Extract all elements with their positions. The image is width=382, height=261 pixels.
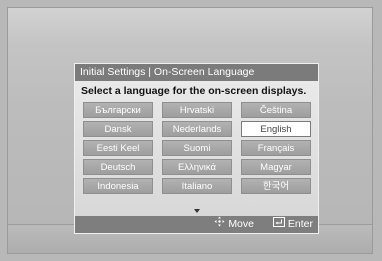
- language-option[interactable]: Magyar: [241, 159, 311, 175]
- enter-hint: Enter: [272, 216, 313, 233]
- language-option[interactable]: Български: [83, 102, 153, 118]
- top-band: [8, 8, 372, 48]
- language-option[interactable]: Suomi: [162, 140, 232, 156]
- enter-label: Enter: [287, 218, 313, 230]
- language-option[interactable]: Eesti Keel: [83, 140, 153, 156]
- language-option[interactable]: Italiano: [162, 178, 232, 194]
- move-hint: Move: [214, 216, 254, 233]
- dialog-title: Initial Settings | On-Screen Language: [75, 64, 318, 81]
- language-option[interactable]: Indonesia: [83, 178, 153, 194]
- language-option[interactable]: Hrvatski: [162, 102, 232, 118]
- screen-frame: Initial Settings | On-Screen Language Se…: [7, 7, 373, 254]
- move-label: Move: [228, 218, 254, 230]
- enter-icon: [272, 216, 285, 233]
- language-option[interactable]: Ελληνικά: [162, 159, 232, 175]
- language-option[interactable]: Čeština: [241, 102, 311, 118]
- dialog-footer: Move Enter: [75, 216, 318, 233]
- language-option[interactable]: Dansk: [83, 121, 153, 137]
- language-option[interactable]: Deutsch: [83, 159, 153, 175]
- dialog-body: Select a language for the on-screen disp…: [75, 81, 318, 217]
- dpad-icon: [214, 216, 225, 233]
- language-dialog: Initial Settings | On-Screen Language Se…: [74, 63, 319, 234]
- language-option[interactable]: Français: [241, 140, 311, 156]
- dialog-prompt: Select a language for the on-screen disp…: [81, 85, 307, 97]
- language-option[interactable]: English: [241, 121, 311, 137]
- scroll-down-arrow-icon[interactable]: [193, 209, 200, 213]
- language-grid: Български Hrvatski Čeština Dansk Nederla…: [83, 102, 312, 194]
- language-option[interactable]: 한국어: [241, 178, 311, 194]
- language-option[interactable]: Nederlands: [162, 121, 232, 137]
